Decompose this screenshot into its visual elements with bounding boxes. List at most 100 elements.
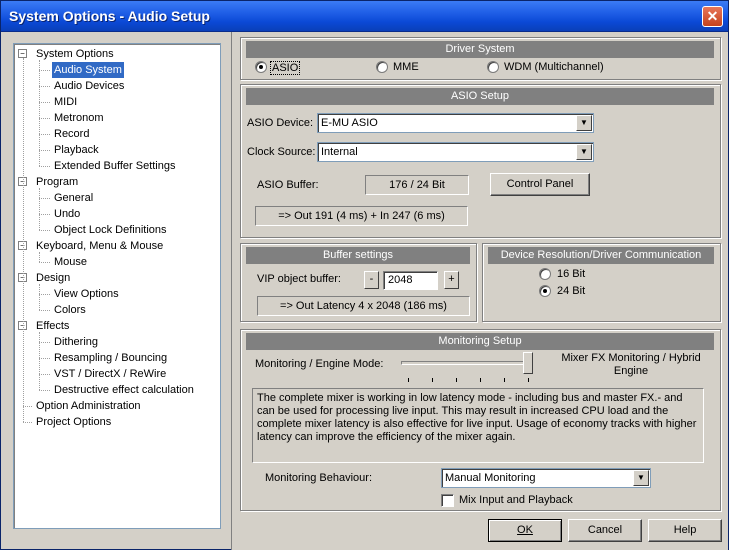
wdm-radio[interactable] — [487, 61, 499, 73]
asio-radio-label[interactable]: ASIO — [270, 61, 301, 75]
tree-item[interactable]: Playback — [52, 142, 101, 158]
16-bit-radio-label[interactable]: 16 Bit — [557, 268, 585, 280]
vip-increase-button[interactable]: + — [444, 271, 459, 289]
mme-radio-label[interactable]: MME — [393, 61, 419, 73]
tree-connector — [39, 102, 50, 103]
tree-item[interactable]: Resampling / Bouncing — [52, 350, 169, 366]
slider-tick — [480, 378, 481, 382]
options-dialog: System Options - Audio Setup ✕ System Op… — [0, 0, 729, 550]
tree-item[interactable]: Destructive effect calculation — [52, 382, 196, 398]
tree-connector — [39, 252, 40, 262]
24-bit-radio-label[interactable]: 24 Bit — [557, 285, 585, 297]
buffer-latency-display: => Out Latency 4 x 2048 (186 ms) — [257, 296, 470, 316]
tree-item[interactable]: Metronom — [52, 110, 106, 126]
tree-item[interactable]: Project Options — [34, 414, 113, 430]
tree-connector — [39, 262, 50, 263]
clock-source-select[interactable]: Internal ▼ — [317, 142, 594, 162]
engine-mode-slider-track[interactable] — [401, 361, 533, 365]
engine-mode-value: Mixer FX Monitoring / Hybrid Engine — [561, 352, 701, 377]
tree-item[interactable]: Extended Buffer Settings — [52, 158, 178, 174]
monitoring-behaviour-label: Monitoring Behaviour: — [265, 472, 373, 484]
tree-item[interactable]: Undo — [52, 206, 82, 222]
cancel-button-label: Cancel — [587, 524, 623, 536]
ok-button-label: OK — [517, 524, 533, 536]
tree-connector — [39, 150, 50, 151]
chevron-down-icon[interactable]: ▼ — [576, 115, 592, 131]
tree-item[interactable]: Object Lock Definitions — [52, 222, 169, 238]
tree-connector — [39, 390, 50, 391]
tree-connector — [23, 58, 24, 422]
options-tree[interactable]: System Options − Audio System Audio Devices… — [13, 43, 221, 529]
chevron-down-icon[interactable]: ▼ — [576, 144, 592, 160]
24-bit-radio[interactable] — [539, 285, 551, 297]
close-button[interactable]: ✕ — [702, 6, 723, 27]
tree-item[interactable]: Dithering — [52, 334, 100, 350]
slider-tick — [456, 378, 457, 382]
tree-item[interactable]: Keyboard, Menu & Mouse — [34, 238, 165, 254]
tree-connector — [39, 342, 50, 343]
tree-item[interactable]: MIDI — [52, 94, 79, 110]
tree-item[interactable]: Record — [52, 126, 91, 142]
tree-connector — [39, 188, 40, 230]
tree-connector — [39, 198, 50, 199]
tree-item[interactable]: Audio Devices — [52, 78, 126, 94]
tree-item[interactable]: Colors — [52, 302, 88, 318]
close-icon: ✕ — [706, 8, 719, 24]
ok-button[interactable]: OK — [488, 519, 562, 542]
tree-connector — [39, 332, 40, 390]
tree-connector — [39, 166, 50, 167]
vip-buffer-label: VIP object buffer: — [257, 273, 341, 285]
help-button[interactable]: Help — [648, 519, 722, 542]
asio-device-label: ASIO Device: — [247, 117, 314, 129]
clock-source-value: Internal — [321, 146, 358, 158]
monitoring-behaviour-value: Manual Monitoring — [445, 472, 536, 484]
collapse-icon[interactable]: − — [18, 49, 27, 58]
device-resolution-header: Device Resolution/Driver Communication — [488, 247, 714, 264]
tree-item[interactable]: Audio System — [52, 62, 124, 78]
chevron-down-icon[interactable]: ▼ — [633, 470, 649, 486]
title-bar[interactable]: System Options - Audio Setup ✕ — [1, 1, 728, 32]
help-button-label: Help — [673, 524, 697, 536]
tree-connector — [39, 358, 50, 359]
tree-item[interactable]: Option Administration — [34, 398, 143, 414]
vip-buffer-input[interactable]: 2048 — [383, 271, 438, 290]
16-bit-radio[interactable] — [539, 268, 551, 280]
asio-setup-group: ASIO Setup ASIO Device: E-MU ASIO ▼ Cloc… — [240, 84, 721, 238]
tree-connector — [39, 134, 50, 135]
tree-connector — [39, 294, 50, 295]
cancel-button[interactable]: Cancel — [568, 519, 642, 542]
asio-device-select[interactable]: E-MU ASIO ▼ — [317, 113, 594, 133]
wdm-radio-label[interactable]: WDM (Multichannel) — [504, 61, 604, 73]
driver-system-group: Driver System ASIO MME WDM (Multichannel… — [240, 37, 721, 80]
buffer-settings-header: Buffer settings — [246, 247, 470, 264]
mix-input-checkbox[interactable] — [441, 494, 454, 507]
tree-connector — [39, 230, 50, 231]
asio-device-value: E-MU ASIO — [321, 117, 378, 129]
asio-buffer-value: 176 / 24 Bit — [365, 175, 469, 195]
tree-connector — [39, 214, 50, 215]
tree-item[interactable]: View Options — [52, 286, 121, 302]
control-panel-button[interactable]: Control Panel — [490, 173, 590, 196]
monitoring-setup-header: Monitoring Setup — [246, 333, 714, 350]
tree-item[interactable]: System Options — [34, 46, 116, 62]
tree-item[interactable]: Mouse — [52, 254, 89, 270]
monitoring-behaviour-select[interactable]: Manual Monitoring ▼ — [441, 468, 651, 488]
tree-connector — [39, 310, 50, 311]
tree-connector — [39, 374, 50, 375]
tree-connector — [39, 86, 50, 87]
asio-latency-display: => Out 191 (4 ms) + In 247 (6 ms) — [255, 206, 468, 226]
vip-decrease-button[interactable]: - — [364, 271, 379, 289]
asio-radio[interactable] — [255, 61, 267, 73]
tree-item[interactable]: VST / DirectX / ReWire — [52, 366, 168, 382]
slider-tick — [432, 378, 433, 382]
mme-radio[interactable] — [376, 61, 388, 73]
driver-system-header: Driver System — [246, 41, 714, 58]
monitoring-setup-group: Monitoring Setup Monitoring / Engine Mod… — [240, 329, 721, 511]
settings-panel: Driver System ASIO MME WDM (Multichannel… — [231, 32, 728, 550]
tree-connector — [23, 422, 32, 423]
tree-item[interactable]: General — [52, 190, 95, 206]
tree-item[interactable]: Program — [34, 174, 80, 190]
engine-mode-slider-thumb[interactable] — [523, 352, 533, 374]
mix-input-label[interactable]: Mix Input and Playback — [459, 494, 573, 506]
slider-tick — [504, 378, 505, 382]
